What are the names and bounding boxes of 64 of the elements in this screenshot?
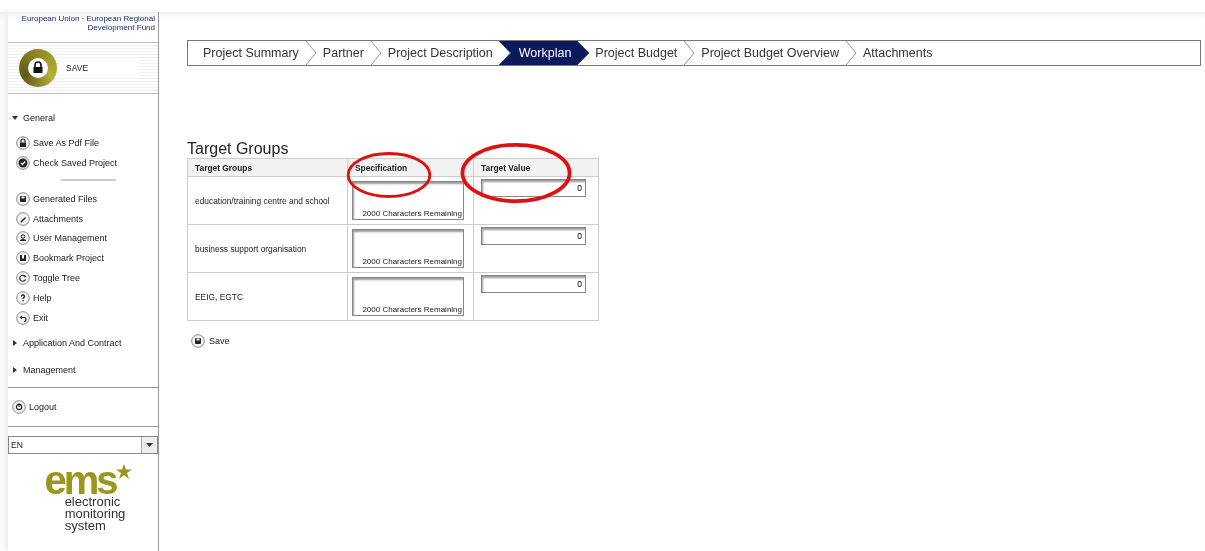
table-cell: business support organisation bbox=[187, 224, 348, 273]
sidebar-item[interactable]: User Management bbox=[16, 231, 108, 246]
character-counter: 2000 Characters Remaining bbox=[362, 257, 462, 266]
caret-right-icon bbox=[12, 340, 18, 347]
target-value-field[interactable]: 0 bbox=[481, 226, 586, 245]
power-icon bbox=[12, 400, 26, 414]
back-icon bbox=[16, 310, 30, 325]
logout-link[interactable]: Logout bbox=[12, 400, 57, 414]
step-tab[interactable]: Project Description bbox=[381, 41, 499, 65]
chevron-divider bbox=[683, 41, 696, 65]
step-tab[interactable]: Workplan bbox=[498, 41, 590, 65]
table-cell: education/training centre and school bbox=[187, 176, 348, 225]
chevron-divider bbox=[304, 41, 317, 65]
tree-toggle[interactable]: General bbox=[12, 111, 56, 125]
tree-toggle[interactable]: Management bbox=[12, 363, 76, 378]
disk-icon bbox=[191, 334, 205, 348]
specification-field[interactable]: 2000 Characters Remaining bbox=[352, 277, 464, 316]
refresh-icon bbox=[16, 271, 30, 285]
logo-tagline: monitoring bbox=[64, 508, 126, 520]
sidebar-item[interactable]: Help bbox=[16, 290, 52, 305]
caret-down-icon bbox=[12, 115, 18, 121]
sidebar-item[interactable]: Toggle Tree bbox=[16, 271, 81, 285]
sidebar-item[interactable]: Generated Files bbox=[16, 191, 98, 206]
lock-icon bbox=[16, 136, 30, 150]
target-value-field[interactable]: 0 bbox=[481, 178, 586, 197]
user-icon bbox=[16, 231, 30, 246]
step-tab[interactable]: Partner bbox=[316, 41, 370, 65]
target-value-field[interactable]: 0 bbox=[481, 274, 586, 293]
column-header: Target Value bbox=[473, 158, 599, 177]
help-icon bbox=[16, 290, 30, 305]
funding-note: European Union · European Regional Development Fund bbox=[20, 13, 156, 34]
step-tab[interactable]: Attachments bbox=[856, 41, 939, 65]
caret-down-icon bbox=[146, 443, 153, 447]
character-counter: 2000 Characters Remaining bbox=[362, 305, 462, 314]
sidebar-item[interactable]: Save As Pdf File bbox=[16, 136, 100, 150]
logo-wordmark: ems bbox=[44, 464, 117, 496]
character-counter: 2000 Characters Remaining bbox=[362, 209, 462, 218]
language-select[interactable]: EN bbox=[8, 436, 158, 454]
save-button[interactable]: SAVE bbox=[60, 59, 138, 77]
sidebar-item[interactable]: Check Saved Project bbox=[16, 155, 118, 170]
logo-tagline: electronic bbox=[64, 496, 122, 508]
disk-icon bbox=[16, 191, 30, 206]
star-icon bbox=[115, 464, 132, 480]
table-cell: EEIG, EGTC bbox=[187, 272, 348, 321]
step-tab[interactable]: Project Summary bbox=[188, 41, 305, 65]
sidebar-item[interactable]: Bookmark Project bbox=[16, 251, 105, 266]
specification-field[interactable]: 2000 Characters Remaining bbox=[352, 181, 464, 220]
chevron-divider bbox=[369, 41, 382, 65]
step-tab[interactable]: Project Budget bbox=[589, 41, 684, 65]
specification-field[interactable]: 2000 Characters Remaining bbox=[352, 229, 464, 268]
sidebar-item[interactable]: Attachments bbox=[16, 211, 84, 226]
chevron-divider bbox=[844, 41, 857, 65]
pencil-icon bbox=[16, 211, 30, 226]
check-icon bbox=[16, 155, 30, 170]
lock-icon bbox=[27, 57, 49, 79]
save-link[interactable]: Save bbox=[191, 334, 230, 348]
sidebar-item[interactable]: Exit bbox=[16, 310, 48, 325]
section-title: Target Groups bbox=[187, 140, 290, 158]
bookmark-icon bbox=[16, 251, 30, 266]
caret-right-icon bbox=[12, 367, 18, 374]
step-tab[interactable]: Project Budget Overview bbox=[695, 41, 845, 65]
column-header: Target Groups bbox=[187, 158, 348, 177]
logo-tagline: system bbox=[64, 520, 106, 532]
tree-toggle[interactable]: Application And Contract bbox=[12, 336, 122, 351]
